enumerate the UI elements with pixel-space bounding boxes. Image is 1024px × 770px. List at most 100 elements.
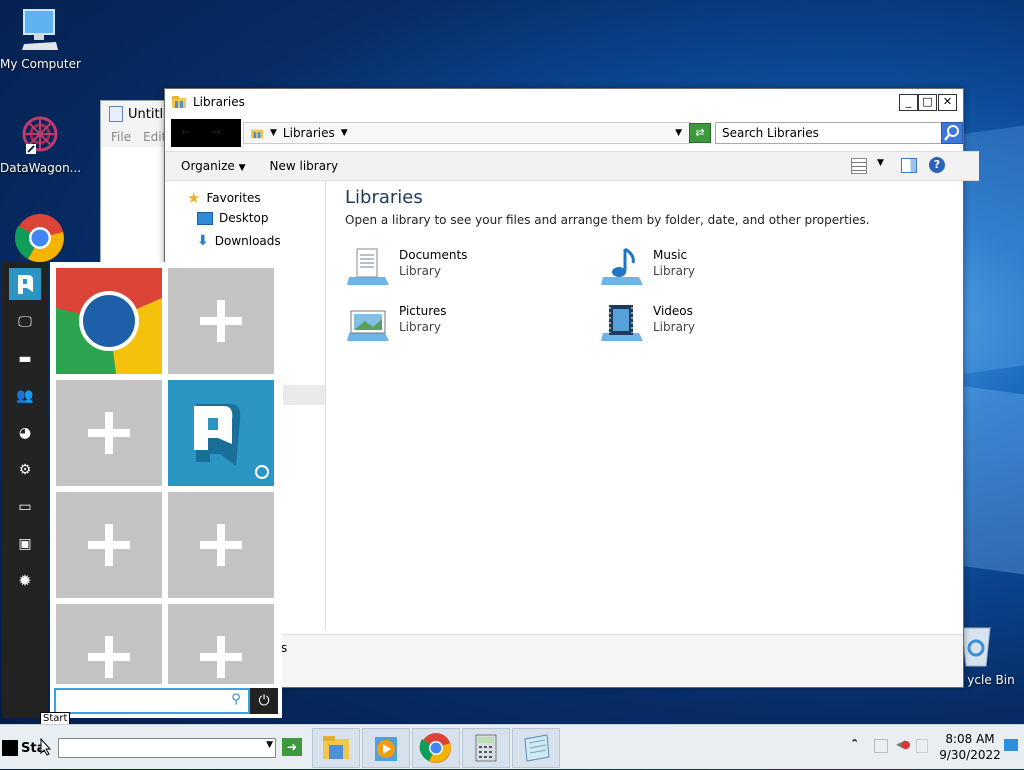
maximize-button[interactable]: □: [918, 94, 937, 111]
start-menu-sidebar: 🖵 ▬ 👥 ◕ ⚙ ▭ ▣ ✹: [2, 262, 48, 718]
volume-muted-icon[interactable]: ◀: [896, 737, 910, 753]
back-forward-buttons[interactable]: ← →: [171, 119, 241, 147]
taskbar-media-player[interactable]: [362, 728, 410, 768]
start-search-input[interactable]: [54, 688, 250, 714]
explorer-titlebar[interactable]: Libraries: [165, 89, 963, 115]
clock-time: 8:08 AM: [945, 732, 995, 746]
taskbar-calculator[interactable]: [462, 728, 510, 768]
desktop-icon-chrome[interactable]: [0, 212, 80, 267]
desktop-icon-datawagon[interactable]: DataWagon...: [0, 112, 82, 175]
plus-icon: [200, 524, 242, 566]
search-icon[interactable]: ⚲: [226, 690, 246, 710]
start-button[interactable]: Sta: [2, 735, 45, 761]
settings-icon[interactable]: ✹: [15, 571, 35, 591]
new-library-button[interactable]: New library: [270, 159, 339, 173]
plus-icon: [88, 524, 130, 566]
tile-add[interactable]: [56, 380, 162, 486]
view-options-icon[interactable]: [851, 158, 867, 174]
start-menu: 🖵 ▬ 👥 ◕ ⚙ ▭ ▣ ✹ ⚲ ⏻: [2, 262, 282, 718]
show-desktop-icon[interactable]: [1004, 739, 1018, 751]
app-logo-icon[interactable]: [9, 268, 41, 300]
download-arrow-icon: ⬇: [197, 233, 209, 249]
preview-pane-icon[interactable]: [901, 158, 917, 173]
start-icon: [2, 740, 18, 756]
tile-app[interactable]: [168, 380, 274, 486]
command-bar: Organize ▼ New library ▼ ?: [165, 151, 979, 181]
help-icon[interactable]: ?: [929, 157, 945, 173]
nav-item-selected-highlight[interactable]: [283, 385, 325, 405]
monitor-icon[interactable]: 🖵: [15, 312, 35, 332]
notepad-icon: [524, 734, 550, 762]
plus-icon: [88, 636, 130, 678]
pictures-library-icon: [347, 310, 389, 341]
tile-add[interactable]: [56, 604, 162, 684]
chevron-down-icon[interactable]: ▼: [270, 128, 277, 138]
network-icon[interactable]: [874, 739, 888, 753]
app-logo-icon: [194, 404, 269, 479]
desktop-icon-label: DataWagon...: [0, 161, 82, 175]
tile-add[interactable]: [168, 604, 274, 684]
chrome-icon: [56, 268, 162, 374]
plus-icon: [200, 636, 242, 678]
mouse-cursor-icon: [40, 738, 52, 756]
close-button[interactable]: ✕: [938, 94, 957, 111]
minimize-button[interactable]: _: [899, 94, 918, 111]
notepad-menu-edit[interactable]: Edit: [143, 130, 166, 144]
desktop-icon-my-computer[interactable]: My Computer: [0, 8, 81, 71]
folder-icon[interactable]: ▬: [15, 349, 35, 369]
taskbar-file-explorer[interactable]: [312, 728, 360, 768]
notepad-menu-file[interactable]: File: [111, 130, 131, 144]
disc-icon[interactable]: ◕: [15, 423, 35, 443]
plus-icon: [200, 300, 242, 342]
tile-add[interactable]: [168, 492, 274, 598]
organize-menu[interactable]: Organize ▼: [181, 159, 246, 173]
breadcrumb[interactable]: ▼ Libraries ▼ ▼: [243, 122, 691, 144]
refresh-button[interactable]: ⇄: [689, 123, 711, 143]
action-center-icon[interactable]: [916, 739, 928, 753]
library-music[interactable]: Music Library: [599, 247, 695, 287]
datawagon-icon: [22, 116, 58, 154]
run-go-button[interactable]: ➜: [282, 738, 302, 756]
chevron-down-icon[interactable]: ▼: [877, 158, 884, 168]
breadcrumb-item-libraries[interactable]: Libraries: [283, 126, 335, 140]
desktop-icon-label: ycle Bin: [967, 673, 1015, 687]
taskbar: Sta ▼ ➜ ⌃ ◀ 8:08 AM 9/30/2022: [0, 724, 1024, 769]
gears-icon[interactable]: ⚙: [15, 460, 35, 480]
search-input[interactable]: Search Libraries: [715, 122, 943, 144]
taskbar-notepad[interactable]: [512, 728, 560, 768]
start-menu-tiles: ⚲ ⏻: [50, 262, 282, 718]
library-videos[interactable]: Videos Library: [599, 303, 695, 343]
tile-add[interactable]: [168, 268, 274, 374]
tile-chrome[interactable]: [56, 268, 162, 374]
chart-icon[interactable]: ▭: [15, 497, 35, 517]
run-combobox[interactable]: ▼: [58, 738, 276, 758]
page-description: Open a library to see your files and arr…: [345, 213, 870, 227]
nav-item-desktop[interactable]: Desktop: [197, 211, 269, 225]
tile-add[interactable]: [56, 492, 162, 598]
chrome-icon: [14, 214, 64, 263]
desktop-icon-label: My Computer: [0, 57, 81, 71]
clock[interactable]: 8:08 AM 9/30/2022: [930, 731, 1010, 763]
address-bar-row: ← → ▼ Libraries ▼ ▼ ⇄ Search Libraries: [171, 119, 963, 147]
search-button[interactable]: [941, 122, 963, 144]
clock-date: 9/30/2022: [939, 748, 1001, 762]
explorer-title: Libraries: [193, 95, 245, 109]
notepad-icon: [109, 106, 123, 122]
library-pictures[interactable]: Pictures Library: [345, 303, 447, 343]
explorer-window: Libraries _ □ ✕ ← → ▼ Libraries ▼ ▼ ⇄ Sea…: [164, 88, 979, 688]
show-hidden-icons-chevron[interactable]: ⌃: [850, 737, 859, 750]
power-button[interactable]: ⏻: [250, 688, 278, 714]
nav-item-favorites[interactable]: ★ Favorites: [187, 189, 261, 207]
library-documents[interactable]: Documents Library: [345, 247, 467, 287]
libraries-icon: [251, 129, 263, 139]
chevron-down-icon[interactable]: ▼: [341, 128, 348, 138]
file-explorer-icon: [323, 736, 349, 759]
address-history-dropdown[interactable]: ▼: [675, 128, 682, 138]
nav-item-downloads[interactable]: ⬇ Downloads: [197, 233, 281, 249]
users-icon[interactable]: 👥: [15, 386, 35, 406]
monitor-icon: [22, 9, 58, 50]
media-player-icon: [375, 737, 397, 761]
chrome-icon: [419, 733, 451, 763]
taskbar-chrome[interactable]: [412, 728, 460, 768]
display-icon[interactable]: ▣: [15, 534, 35, 554]
